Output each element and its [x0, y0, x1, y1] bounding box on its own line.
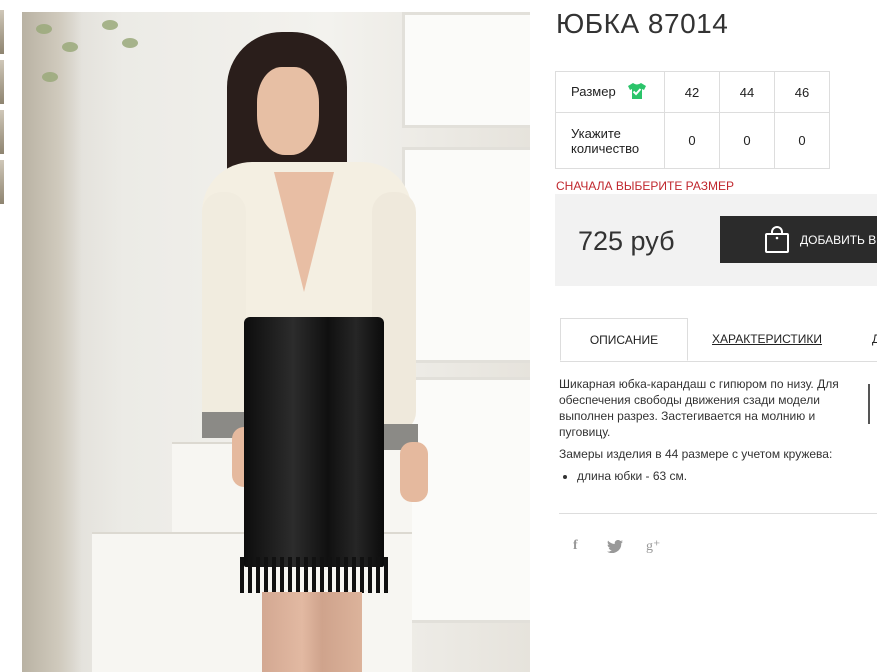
divider — [559, 513, 877, 514]
product-title: ЮБКА 87014 — [556, 8, 729, 39]
size-label: Размер — [571, 83, 616, 99]
hand — [400, 442, 428, 502]
thumbnail[interactable] — [0, 10, 4, 54]
size-option-42[interactable]: 42 — [664, 71, 720, 113]
product-photo[interactable] — [22, 12, 530, 672]
size-label-cell: Размер — [555, 71, 665, 113]
size-option-44[interactable]: 44 — [719, 71, 775, 113]
quantity-input-46[interactable]: 0 — [774, 112, 830, 169]
size-warning: СНАЧАЛА ВЫБЕРИТЕ РАЗМЕР — [556, 179, 735, 193]
face — [257, 67, 319, 155]
price-box: 725 руб ДОБАВИТЬ В — [555, 194, 877, 286]
google-plus-icon[interactable]: g⁺ — [646, 538, 660, 555]
twitter-icon[interactable] — [607, 539, 623, 556]
measurements-heading: Замеры изделия в 44 размере с учетом кру… — [559, 447, 833, 461]
thumbnail[interactable] — [0, 110, 4, 154]
leaf — [122, 38, 138, 48]
size-option-46[interactable]: 46 — [774, 71, 830, 113]
tab-characteristics[interactable]: ХАРАКТЕРИСТИКИ — [712, 318, 822, 361]
quantity-input-42[interactable]: 0 — [664, 112, 720, 169]
measurements-list: длина юбки - 63 см. — [559, 468, 865, 484]
left-sleeve — [202, 192, 246, 432]
add-to-cart-label: ДОБАВИТЬ В — [800, 233, 877, 247]
add-to-cart-button[interactable]: ДОБАВИТЬ В — [720, 216, 877, 263]
shopping-bag-icon — [764, 226, 790, 257]
leaf — [36, 24, 52, 34]
quantity-row: Укажите количество 0 0 0 — [555, 112, 830, 169]
tab-description[interactable]: ОПИСАНИЕ — [560, 318, 688, 361]
leaf — [102, 20, 118, 30]
product-tabs: ОПИСАНИЕ ХАРАКТЕРИСТИКИ Д — [560, 318, 877, 362]
measurement-item: длина юбки - 63 см. — [577, 468, 865, 484]
quantity-label: Укажите количество — [555, 112, 665, 169]
facebook-icon[interactable]: f — [573, 538, 578, 554]
description-text: Шикарная юбка-карандаш с гипюром по низу… — [559, 377, 839, 439]
thumbnail-strip — [0, 10, 4, 210]
tshirt-icon[interactable] — [627, 82, 647, 103]
skirt-lace — [240, 557, 388, 593]
neckline — [274, 172, 334, 292]
description-panel: Шикарная юбка-карандаш с гипюром по низу… — [559, 376, 865, 484]
leather-skirt — [244, 317, 384, 567]
size-row: Размер 42 44 46 — [555, 71, 830, 113]
size-table: Размер 42 44 46 Укажите количество 0 0 0 — [555, 71, 830, 169]
plant — [22, 12, 82, 672]
leaf — [42, 72, 58, 82]
model-figure — [202, 32, 462, 672]
thumbnail[interactable] — [0, 160, 4, 204]
quantity-input-44[interactable]: 0 — [719, 112, 775, 169]
scrollbar[interactable] — [868, 384, 870, 424]
legs — [262, 592, 362, 672]
leaf — [62, 42, 78, 52]
price: 725 руб — [578, 226, 675, 256]
thumbnail[interactable] — [0, 60, 4, 104]
tab-delivery[interactable]: Д — [872, 318, 877, 361]
